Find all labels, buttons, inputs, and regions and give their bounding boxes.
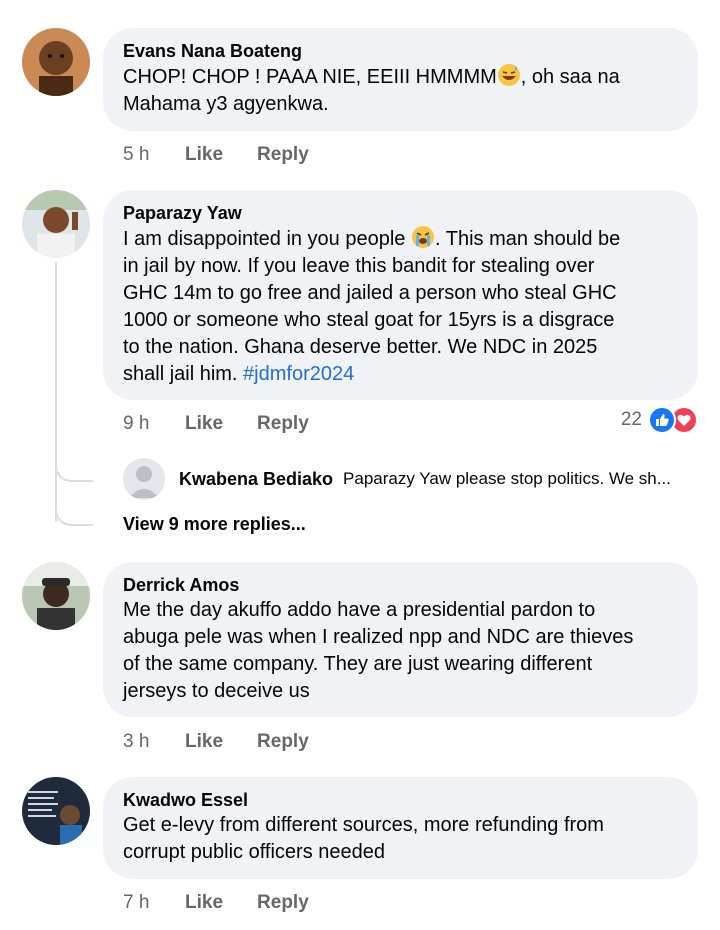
comment-actions: 7 h Like Reply — [123, 891, 309, 915]
comment-bubble: Paparazy Yaw I am disappointed in you pe… — [103, 190, 698, 400]
reply-preview[interactable]: Kwabena Bediako Paparazy Yaw please stop… — [123, 458, 703, 500]
avatar-paparazy[interactable] — [22, 190, 90, 258]
reply-button[interactable]: Reply — [257, 891, 309, 915]
reply-button[interactable]: Reply — [257, 730, 309, 754]
comment-time[interactable]: 7 h — [123, 891, 151, 915]
comment-text: Get e-levy from different sources, more … — [123, 814, 604, 863]
like-icon — [648, 406, 676, 434]
comment-author[interactable]: Paparazy Yaw — [123, 201, 676, 225]
default-avatar-icon — [123, 458, 165, 500]
reaction-count: 22 — [620, 409, 642, 430]
comment-text: CHOP! CHOP ! PAAA NIE, EEIII HMMMM, oh s… — [123, 63, 676, 118]
reaction-summary[interactable]: 22 — [621, 406, 698, 434]
thread-line — [55, 262, 57, 522]
comment-time[interactable]: 3 h — [123, 730, 151, 754]
comment-author[interactable]: Derrick Amos — [123, 573, 676, 597]
comment-text: I am disappointed in you people . This m… — [123, 225, 676, 388]
comment-bubble: Evans Nana Boateng CHOP! CHOP ! PAAA NIE… — [103, 28, 698, 131]
avatar-evans[interactable] — [22, 28, 90, 96]
comment-author[interactable]: Evans Nana Boateng — [123, 39, 676, 63]
reply-button[interactable]: Reply — [257, 412, 309, 436]
comment-actions: 3 h Like Reply — [123, 730, 309, 754]
like-button[interactable]: Like — [185, 412, 223, 436]
comment-actions: 5 h Like Reply — [123, 143, 309, 167]
comment-bubble: Derrick Amos Me the day akuffo addo have… — [103, 562, 698, 717]
avatar-derrick[interactable] — [22, 562, 90, 630]
like-button[interactable]: Like — [185, 143, 223, 167]
like-button[interactable]: Like — [185, 730, 223, 754]
comment-actions: 9 h Like Reply — [123, 412, 309, 436]
thread-connector — [55, 506, 93, 526]
reply-snippet: Paparazy Yaw please stop politics. We sh… — [343, 469, 671, 488]
like-button[interactable]: Like — [185, 891, 223, 915]
comment-text: Me the day akuffo addo have a presidenti… — [123, 599, 634, 702]
view-more-replies-link[interactable]: View 9 more replies... — [123, 514, 306, 535]
thread-connector — [55, 462, 93, 482]
grinning-sweat-emoji-icon — [497, 63, 521, 87]
loudly-crying-emoji-icon — [411, 225, 435, 249]
reply-author[interactable]: Kwabena Bediako — [179, 469, 333, 490]
comment-bubble: Kwadwo Essel Get e-levy from different s… — [103, 777, 698, 879]
comment-time[interactable]: 9 h — [123, 412, 151, 436]
reply-button[interactable]: Reply — [257, 143, 309, 167]
avatar-kwadwo[interactable] — [22, 777, 90, 845]
comment-time[interactable]: 5 h — [123, 143, 151, 167]
hashtag-link[interactable]: #jdmfor2024 — [243, 363, 354, 385]
comment-author[interactable]: Kwadwo Essel — [123, 788, 676, 812]
